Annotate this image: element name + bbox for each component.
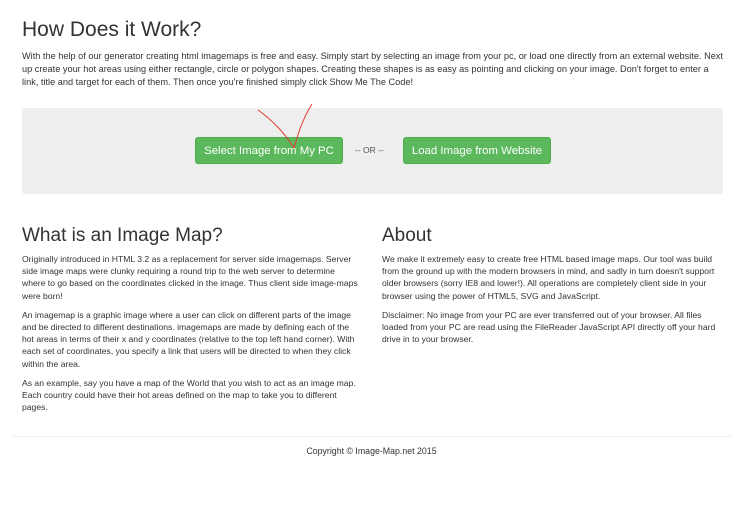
what-paragraph: Originally introduced in HTML 3.2 as a r… bbox=[22, 254, 358, 301]
footer-divider bbox=[12, 436, 731, 437]
what-paragraph: An imagemap is a graphic image where a u… bbox=[22, 309, 355, 369]
or-separator: -- OR -- bbox=[355, 145, 384, 155]
footer-copyright: Copyright © Image-Map.net 2015 bbox=[306, 446, 437, 456]
how-it-works-title: How Does it Work? bbox=[22, 18, 202, 41]
what-is-image-map-section: What is an Image Map? Originally introdu… bbox=[22, 224, 358, 420]
about-title: About bbox=[382, 225, 432, 246]
image-source-panel: Select Image from My PC -- OR -- Load Im… bbox=[22, 108, 723, 194]
intro-section: How Does it Work? With the help of our g… bbox=[22, 0, 724, 89]
what-paragraph: As an example, say you have a map of the… bbox=[22, 377, 356, 413]
what-is-image-map-title: What is an Image Map? bbox=[22, 225, 223, 246]
disclaimer-paragraph: Disclaimer: No image from your PC are ev… bbox=[382, 309, 716, 345]
about-section: About We make it extremely easy to creat… bbox=[382, 224, 722, 352]
load-image-button[interactable]: Load Image from Website bbox=[403, 137, 551, 164]
how-it-works-text: With the help of our generator creating … bbox=[22, 51, 723, 87]
about-paragraph: We make it extremely easy to create free… bbox=[382, 254, 715, 301]
select-image-button[interactable]: Select Image from My PC bbox=[195, 137, 343, 164]
